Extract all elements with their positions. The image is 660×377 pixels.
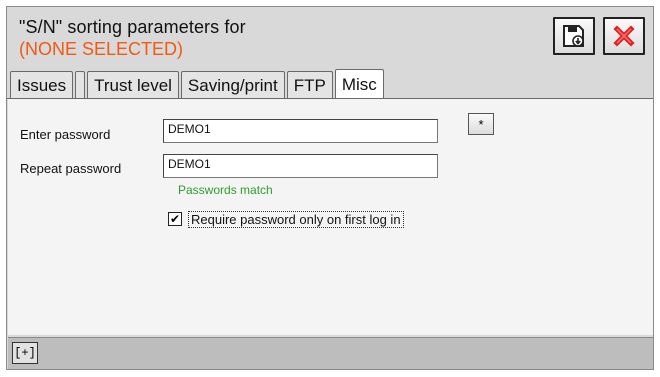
dialog-title: "S/N" sorting parameters for — [19, 17, 246, 37]
tab-saving-print[interactable]: Saving/print — [180, 71, 285, 99]
repeat-password-label: Repeat password — [20, 161, 122, 176]
expand-button[interactable]: [+] — [12, 342, 38, 364]
tab-ftp[interactable]: FTP — [286, 71, 333, 99]
show-password-button[interactable]: * — [468, 113, 494, 135]
bottom-toolbar: [+] — [8, 337, 653, 369]
close-x-icon — [613, 25, 635, 47]
sorting-parameters-dialog: "S/N" sorting parameters for (NONE SELEC… — [6, 6, 654, 370]
tab-trust-level[interactable]: Trust level — [87, 71, 179, 99]
require-password-label[interactable]: Require password only on first log in — [188, 211, 404, 228]
tab-misc[interactable]: Misc — [334, 69, 384, 99]
dialog-subtitle: (NONE SELECTED) — [19, 39, 184, 59]
enter-password-label: Enter password — [20, 127, 111, 142]
password-match-status: Passwords match — [178, 183, 273, 197]
save-disk-icon — [563, 25, 584, 47]
tab-blank[interactable] — [75, 71, 86, 99]
tab-issues[interactable]: Issues — [10, 71, 74, 99]
close-button[interactable] — [603, 17, 645, 55]
misc-tab-panel: Enter password DEMO1 * Repeat password D… — [8, 99, 653, 335]
require-password-checkbox[interactable]: ✔ — [168, 212, 182, 226]
repeat-password-field[interactable]: DEMO1 — [163, 154, 438, 178]
tab-bar: Issues Trust level Saving/print FTP Misc — [10, 69, 386, 99]
save-button[interactable] — [553, 17, 595, 55]
enter-password-field[interactable]: DEMO1 — [163, 119, 438, 143]
